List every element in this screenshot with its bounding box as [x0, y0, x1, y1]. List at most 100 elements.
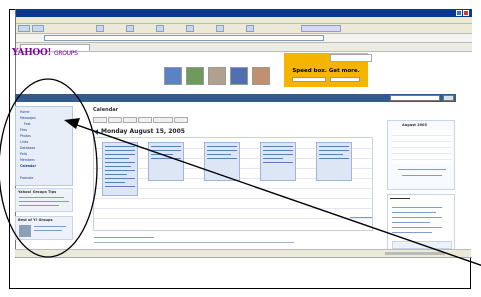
- sidebar-item-members[interactable]: Members: [20, 158, 35, 162]
- group-search-input[interactable]: [330, 54, 372, 62]
- favorites-icon[interactable]: [156, 25, 164, 32]
- best-of-title: Best of Y! Groups: [18, 218, 53, 222]
- group-search-field[interactable]: [390, 95, 440, 101]
- logo-text: YAHOO!: [12, 48, 52, 58]
- best-of-box: Best of Y! Groups: [15, 216, 73, 240]
- status-zone: [385, 252, 445, 255]
- window-title: [16, 10, 20, 15]
- event-text-line: [105, 174, 127, 176]
- event-text-line: [151, 158, 181, 160]
- tasks-input[interactable]: [392, 241, 452, 249]
- history-icon[interactable]: [186, 25, 194, 32]
- event-text-line: [207, 158, 237, 160]
- event-text-line: [105, 162, 135, 164]
- event-text-line: [151, 154, 173, 156]
- task-item[interactable]: [392, 232, 432, 233]
- event-text-line: [207, 146, 237, 148]
- toolbar-search-field[interactable]: [301, 25, 341, 32]
- calendar-event[interactable]: [260, 142, 296, 181]
- event-text-line: [105, 182, 125, 184]
- calendar-event[interactable]: [204, 142, 240, 181]
- tab-year[interactable]: [138, 117, 152, 123]
- event-text-line: [319, 146, 349, 148]
- address-bar[interactable]: [44, 35, 324, 41]
- sidebar-item-calendar[interactable]: Calendar: [20, 164, 36, 168]
- grid-line: [94, 198, 372, 199]
- task-item[interactable]: [392, 217, 442, 218]
- tips-title: Yahoo! Groups Tips: [18, 190, 57, 194]
- back-button[interactable]: [18, 25, 30, 32]
- task-item[interactable]: [392, 222, 430, 223]
- event-text-line: [319, 150, 349, 152]
- home-icon[interactable]: [96, 25, 104, 32]
- minimize-button[interactable]: [456, 10, 462, 16]
- event-text-line: [263, 158, 283, 160]
- thumbnail-image[interactable]: [19, 225, 31, 237]
- sidebar-item-home[interactable]: Home: [20, 110, 29, 114]
- mini-calendar-link[interactable]: [402, 175, 442, 176]
- grid-link[interactable]: [350, 217, 372, 218]
- forward-button[interactable]: [32, 25, 44, 32]
- ad-input[interactable]: [292, 77, 326, 82]
- tasks-box: [387, 194, 455, 256]
- event-text-line: [105, 158, 129, 160]
- prev-arrow-icon[interactable]: [93, 129, 99, 135]
- sidebar-item-links[interactable]: Links: [20, 140, 28, 144]
- search-icon[interactable]: [126, 25, 134, 32]
- tab-event-list[interactable]: [153, 117, 173, 123]
- sidebar-item-messages[interactable]: Messages: [20, 116, 36, 120]
- mini-calendar: August 2005: [387, 120, 455, 190]
- task-item[interactable]: [392, 207, 442, 208]
- ad-headline: Speed box. Get more.: [292, 68, 360, 74]
- footer-text-line: [94, 242, 294, 243]
- group-search-button[interactable]: [443, 95, 454, 101]
- calendar-event[interactable]: [102, 142, 138, 196]
- group-name: [15, 95, 18, 100]
- best-of-text-line: [34, 230, 62, 231]
- task-item[interactable]: [392, 227, 442, 228]
- event-text-line: [105, 146, 135, 148]
- close-button[interactable]: [463, 10, 469, 16]
- mini-calendar-link[interactable]: [398, 169, 446, 170]
- toolbar: [16, 24, 472, 34]
- sidebar-item-files[interactable]: Files: [20, 128, 27, 132]
- sidebar-item-post[interactable]: Post: [24, 122, 31, 126]
- yahoo-groups-logo[interactable]: YAHOO! GROUPS: [12, 48, 78, 58]
- tab-day[interactable]: [93, 117, 107, 123]
- calendar-event[interactable]: [316, 142, 352, 181]
- group-name-bar: [15, 94, 456, 102]
- event-text-line: [319, 158, 349, 160]
- task-item[interactable]: [392, 212, 436, 213]
- ad-image-tile: [164, 67, 182, 85]
- tips-box: Yahoo! Groups Tips: [15, 188, 73, 212]
- ad-image-tile: [252, 67, 270, 85]
- tab-tasks[interactable]: [174, 117, 188, 123]
- footer-link[interactable]: [94, 237, 154, 238]
- tips-text-line: [19, 205, 59, 206]
- tips-text-line: [19, 201, 69, 202]
- event-text-line: [263, 146, 293, 148]
- event-text-line: [151, 146, 181, 148]
- ad-image-tile: [186, 67, 204, 85]
- calendar-grid: [93, 137, 373, 231]
- sidebar-item-photos[interactable]: Photos: [20, 134, 31, 138]
- event-text-line: [207, 154, 231, 156]
- mail-icon[interactable]: [216, 25, 224, 32]
- event-text-line: [151, 150, 181, 152]
- sidebar-item-database[interactable]: Database: [20, 146, 35, 150]
- calendar-event[interactable]: [148, 142, 184, 181]
- tab-week[interactable]: [108, 117, 122, 123]
- print-icon[interactable]: [246, 25, 254, 32]
- ad-image-tile: [230, 67, 248, 85]
- grid-line: [94, 218, 372, 219]
- logo-suffix: GROUPS: [54, 50, 78, 57]
- tab-month[interactable]: [123, 117, 137, 123]
- event-text-line: [105, 170, 135, 172]
- event-text-line: [105, 154, 135, 156]
- mini-calendar-days[interactable]: [392, 130, 452, 164]
- tasks-title: [390, 198, 410, 199]
- sidebar-item-promote[interactable]: Promote: [20, 176, 33, 180]
- sidebar-item-polls[interactable]: Polls: [20, 152, 27, 156]
- ad-input[interactable]: [330, 77, 360, 82]
- address-row: [16, 34, 472, 43]
